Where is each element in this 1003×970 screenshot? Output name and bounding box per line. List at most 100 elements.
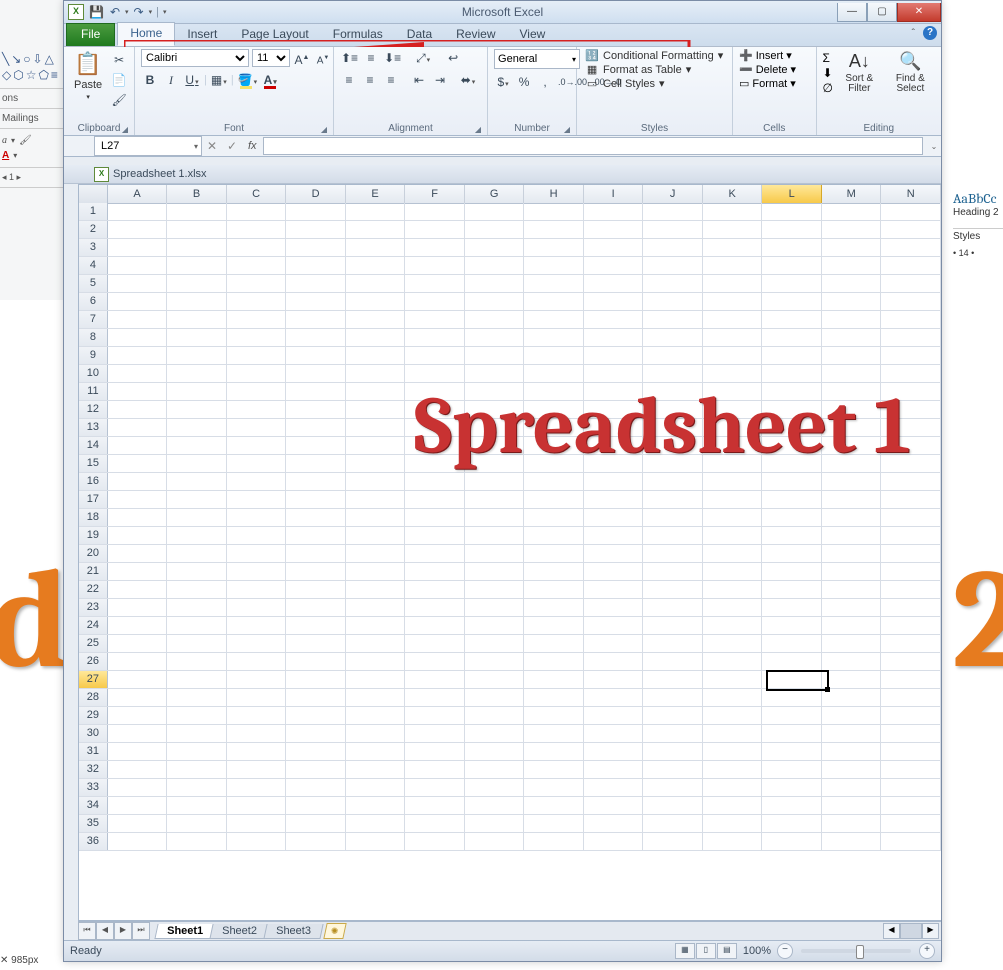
cell[interactable] — [286, 761, 346, 778]
cell[interactable] — [881, 311, 941, 328]
cell[interactable] — [584, 779, 644, 796]
cell[interactable] — [881, 455, 941, 472]
cell[interactable] — [762, 293, 822, 310]
cell[interactable] — [703, 383, 763, 400]
cell[interactable] — [167, 635, 227, 652]
cell[interactable] — [346, 671, 406, 688]
cell[interactable] — [227, 329, 287, 346]
cell[interactable] — [881, 725, 941, 742]
row-header-6[interactable]: 6 — [79, 293, 108, 310]
cell[interactable] — [822, 527, 882, 544]
cell[interactable] — [881, 779, 941, 796]
row-header-4[interactable]: 4 — [79, 257, 108, 274]
cell[interactable] — [524, 707, 584, 724]
italic-button[interactable]: I — [162, 71, 180, 89]
cell[interactable] — [346, 581, 406, 598]
cell[interactable] — [703, 779, 763, 796]
cell[interactable] — [762, 203, 822, 220]
cell[interactable] — [762, 707, 822, 724]
cell[interactable] — [643, 797, 703, 814]
cell[interactable] — [584, 635, 644, 652]
cell[interactable] — [584, 347, 644, 364]
cell[interactable] — [881, 653, 941, 670]
cell[interactable] — [167, 599, 227, 616]
row-header-18[interactable]: 18 — [79, 509, 108, 526]
cell[interactable] — [643, 329, 703, 346]
cell[interactable] — [227, 491, 287, 508]
cell[interactable] — [167, 473, 227, 490]
cell[interactable] — [227, 419, 287, 436]
cell[interactable] — [465, 401, 525, 418]
cell[interactable] — [584, 707, 644, 724]
cell[interactable] — [227, 833, 287, 850]
cell[interactable] — [346, 401, 406, 418]
cell[interactable] — [405, 293, 465, 310]
cell[interactable] — [584, 491, 644, 508]
cell[interactable] — [286, 545, 346, 562]
cell[interactable] — [108, 203, 168, 220]
tab-insert[interactable]: Insert — [175, 24, 229, 46]
cell[interactable] — [762, 455, 822, 472]
column-header-A[interactable]: A — [108, 185, 168, 203]
cell[interactable] — [108, 635, 168, 652]
cell[interactable] — [346, 293, 406, 310]
expand-formula-bar-icon[interactable]: ⌄ — [927, 142, 941, 151]
cell[interactable] — [881, 707, 941, 724]
cell[interactable] — [227, 653, 287, 670]
cell[interactable] — [346, 383, 406, 400]
cell[interactable] — [524, 365, 584, 382]
cell[interactable] — [584, 401, 644, 418]
cell[interactable] — [822, 635, 882, 652]
row-header-8[interactable]: 8 — [79, 329, 108, 346]
cell[interactable] — [227, 545, 287, 562]
cell[interactable] — [346, 707, 406, 724]
cell[interactable] — [822, 725, 882, 742]
cell[interactable] — [108, 491, 168, 508]
cell[interactable] — [584, 473, 644, 490]
cell[interactable] — [286, 473, 346, 490]
cell[interactable] — [643, 689, 703, 706]
cell[interactable] — [762, 275, 822, 292]
cell[interactable] — [703, 815, 763, 832]
cell[interactable] — [167, 257, 227, 274]
cell[interactable] — [881, 581, 941, 598]
cell[interactable] — [286, 617, 346, 634]
cell[interactable] — [762, 311, 822, 328]
cell[interactable] — [524, 329, 584, 346]
cell[interactable] — [108, 257, 168, 274]
cell[interactable] — [643, 437, 703, 454]
cell[interactable] — [227, 203, 287, 220]
cell[interactable] — [227, 221, 287, 238]
row-header-7[interactable]: 7 — [79, 311, 108, 328]
fill-icon[interactable]: ⬇ — [823, 66, 833, 80]
cell[interactable] — [643, 311, 703, 328]
cell[interactable] — [167, 617, 227, 634]
cell[interactable] — [286, 329, 346, 346]
cell[interactable] — [108, 815, 168, 832]
cell[interactable] — [167, 203, 227, 220]
cell[interactable] — [643, 779, 703, 796]
cell[interactable] — [465, 689, 525, 706]
cell[interactable] — [346, 599, 406, 616]
minimize-button[interactable]: — — [837, 3, 867, 22]
cell[interactable] — [643, 563, 703, 580]
cell[interactable] — [286, 797, 346, 814]
cell[interactable] — [881, 437, 941, 454]
cell[interactable] — [286, 527, 346, 544]
cell[interactable] — [405, 239, 465, 256]
cell[interactable] — [405, 617, 465, 634]
cell[interactable] — [822, 545, 882, 562]
cell[interactable] — [762, 689, 822, 706]
cell[interactable] — [286, 365, 346, 382]
cell[interactable] — [167, 833, 227, 850]
cell[interactable] — [822, 797, 882, 814]
column-header-D[interactable]: D — [286, 185, 346, 203]
cell[interactable] — [405, 365, 465, 382]
cell[interactable] — [881, 671, 941, 688]
cell[interactable] — [346, 563, 406, 580]
cell[interactable] — [524, 311, 584, 328]
cell[interactable] — [227, 473, 287, 490]
cell[interactable] — [286, 581, 346, 598]
format-as-table-button[interactable]: ▦Format as Table ▾ — [585, 63, 723, 76]
cell[interactable] — [286, 491, 346, 508]
